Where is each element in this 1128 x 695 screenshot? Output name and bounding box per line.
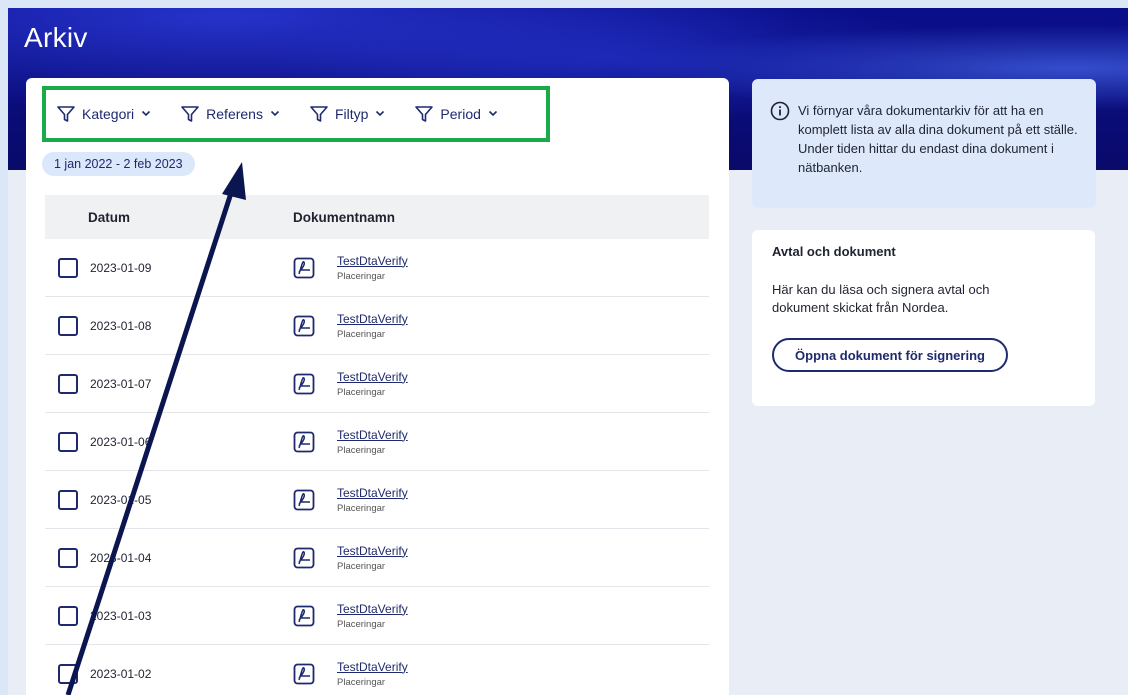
page-title: Arkiv: [24, 22, 88, 53]
document-link[interactable]: TestDtaVerify: [337, 544, 408, 558]
document-category: Placeringar: [337, 386, 386, 398]
document-category: Placeringar: [337, 328, 386, 340]
document-link[interactable]: TestDtaVerify: [337, 254, 408, 268]
filter-filtyp-button[interactable]: Filtyp: [309, 104, 386, 124]
table-row: 2023-01-03 TestDtaVerify Placeringar: [45, 587, 709, 645]
row-date: 2023-01-02: [90, 666, 152, 681]
info-notice: Vi förnyar våra dokumentarkiv för att ha…: [752, 79, 1096, 208]
filter-kategori-button[interactable]: Kategori: [56, 104, 152, 124]
document-info: TestDtaVerify Placeringar: [337, 486, 408, 514]
archive-card: Kategori Referens Filtyp Period 1 jan 20…: [26, 78, 729, 695]
agreements-text: Här kan du läsa och signera avtal och do…: [772, 282, 990, 315]
funnel-icon: [56, 104, 76, 124]
funnel-icon: [309, 104, 329, 124]
document-category: Placeringar: [337, 444, 386, 456]
table-row: 2023-01-08 TestDtaVerify Placeringar: [45, 297, 709, 355]
pdf-file-icon: [293, 257, 315, 279]
table-header: Datum Dokumentnamn: [45, 195, 709, 239]
pdf-file-icon: [293, 663, 315, 685]
chevron-down-icon: [140, 106, 152, 122]
table-body: 2023-01-09 TestDtaVerify Placeringar 202…: [45, 239, 709, 695]
document-link[interactable]: TestDtaVerify: [337, 486, 408, 500]
table-row: 2023-01-04 TestDtaVerify Placeringar: [45, 529, 709, 587]
agreements-card: Avtal och dokument Här kan du läsa och s…: [752, 230, 1095, 406]
document-category: Placeringar: [337, 502, 386, 514]
row-checkbox[interactable]: [58, 489, 78, 510]
row-checkbox[interactable]: [58, 547, 78, 568]
documents-table: Datum Dokumentnamn 2023-01-09 TestDtaVer…: [45, 195, 709, 695]
filter-bar: Kategori Referens Filtyp Period: [42, 86, 550, 142]
filter-referens-button[interactable]: Referens: [180, 104, 281, 124]
table-row: 2023-01-09 TestDtaVerify Placeringar: [45, 239, 709, 297]
open-signing-button[interactable]: Öppna dokument för signering: [772, 338, 1008, 372]
table-row: 2023-01-05 TestDtaVerify Placeringar: [45, 471, 709, 529]
document-link[interactable]: TestDtaVerify: [337, 660, 408, 674]
column-header-date[interactable]: Datum: [45, 210, 293, 225]
document-info: TestDtaVerify Placeringar: [337, 428, 408, 456]
row-date: 2023-01-03: [90, 608, 152, 623]
pdf-file-icon: [293, 431, 315, 453]
pdf-file-icon: [293, 315, 315, 337]
document-category: Placeringar: [337, 560, 386, 572]
row-date: 2023-01-04: [90, 550, 152, 565]
filter-label: Kategori: [82, 106, 135, 122]
filter-label: Filtyp: [334, 106, 369, 122]
document-category: Placeringar: [337, 676, 386, 688]
row-date: 2023-01-08: [90, 318, 152, 333]
chevron-down-icon: [487, 106, 499, 122]
row-checkbox[interactable]: [58, 257, 78, 278]
funnel-icon: [414, 104, 434, 124]
document-info: TestDtaVerify Placeringar: [337, 254, 408, 282]
row-date: 2023-01-07: [90, 376, 152, 391]
row-date: 2023-01-05: [90, 492, 152, 507]
pdf-file-icon: [293, 547, 315, 569]
filter-period-button[interactable]: Period: [414, 104, 498, 124]
table-row: 2023-01-07 TestDtaVerify Placeringar: [45, 355, 709, 413]
document-link[interactable]: TestDtaVerify: [337, 370, 408, 384]
table-row: 2023-01-02 TestDtaVerify Placeringar: [45, 645, 709, 695]
chevron-down-icon: [374, 106, 386, 122]
row-checkbox[interactable]: [58, 373, 78, 394]
document-info: TestDtaVerify Placeringar: [337, 370, 408, 398]
row-checkbox[interactable]: [58, 315, 78, 336]
column-header-name[interactable]: Dokumentnamn: [293, 210, 395, 225]
filter-label: Referens: [206, 106, 263, 122]
document-info: TestDtaVerify Placeringar: [337, 660, 408, 688]
chevron-down-icon: [269, 106, 281, 122]
document-link[interactable]: TestDtaVerify: [337, 312, 408, 326]
document-info: TestDtaVerify Placeringar: [337, 602, 408, 630]
document-link[interactable]: TestDtaVerify: [337, 602, 408, 616]
pdf-file-icon: [293, 489, 315, 511]
document-category: Placeringar: [337, 618, 386, 630]
info-notice-text: Vi förnyar våra dokumentarkiv för att ha…: [798, 103, 1078, 175]
row-date: 2023-01-09: [90, 260, 152, 275]
info-icon: [770, 101, 790, 208]
row-checkbox[interactable]: [58, 431, 78, 452]
row-checkbox[interactable]: [58, 605, 78, 626]
document-link[interactable]: TestDtaVerify: [337, 428, 408, 442]
funnel-icon: [180, 104, 200, 124]
document-category: Placeringar: [337, 270, 386, 282]
document-info: TestDtaVerify Placeringar: [337, 312, 408, 340]
date-range-chip[interactable]: 1 jan 2022 - 2 feb 2023: [42, 152, 195, 176]
row-date: 2023-01-06: [90, 434, 152, 449]
filter-label: Period: [440, 106, 481, 122]
pdf-file-icon: [293, 605, 315, 627]
pdf-file-icon: [293, 373, 315, 395]
row-checkbox[interactable]: [58, 663, 78, 684]
table-row: 2023-01-06 TestDtaVerify Placeringar: [45, 413, 709, 471]
agreements-title: Avtal och dokument: [772, 244, 896, 259]
document-info: TestDtaVerify Placeringar: [337, 544, 408, 572]
